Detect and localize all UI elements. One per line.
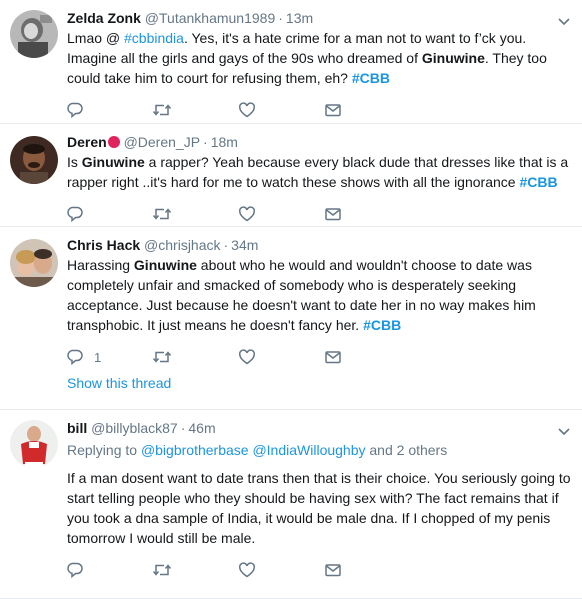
separator-dot: · [180,420,186,436]
hashtag-link[interactable]: #CBB [519,174,557,190]
reply-button[interactable]: 1 [66,348,152,366]
retweet-button[interactable] [152,348,238,366]
hashtag-link[interactable]: #CBB [363,317,401,333]
retweet-button[interactable] [152,205,238,223]
reply-button[interactable] [66,205,152,223]
red-circle-icon [107,136,120,148]
envelope-icon [324,348,342,366]
tweet-line: could take him to court for refusing the… [67,70,390,86]
reply-icon [66,348,84,366]
dm-button[interactable] [324,561,410,579]
separator-dot: · [223,237,229,253]
display-name[interactable]: Zelda Zonk [67,10,141,26]
tweet-line: tomorrow I would still be male. [67,530,256,546]
show-thread-link[interactable]: Show this thread [67,373,572,402]
like-button[interactable] [238,205,324,223]
avatar[interactable] [10,420,58,468]
reply-icon [66,101,84,119]
tweet-text: Is Ginuwine a rapper? Yeah because every… [67,152,572,192]
retweet-button[interactable] [152,101,238,119]
retweet-icon [152,205,172,223]
chevron-down-icon[interactable] [558,13,570,29]
user-handle[interactable]: @Tutankhamun1989 [145,10,275,26]
hashtag-link[interactable]: #cbbindia [124,30,184,46]
heart-icon [238,561,256,579]
tweet-line: Imagine all the girls and gays of the 90… [67,50,547,66]
like-button[interactable] [238,561,324,579]
timestamp[interactable]: 18m [211,134,238,150]
hashtag-link[interactable]: #CBB [352,70,390,86]
tweet-line: Harassing Ginuwine about who he would an… [67,257,532,273]
dm-button[interactable] [324,348,410,366]
reply-icon [66,561,84,579]
tweet[interactable]: Chris Hack @chrisjhack · 34m Harassing Gin… [0,227,582,410]
reply-others-link[interactable]: and 2 others [366,442,447,458]
highlight-term: Ginuwine [133,257,197,273]
tweet-line: Lmao @ #cbbindia. Yes, it's a hate crime… [67,30,527,46]
chevron-down-icon[interactable] [558,423,570,439]
separator-dot: · [278,10,283,26]
avatar[interactable] [10,10,58,58]
dm-button[interactable] [324,205,410,223]
tweet-line: acceptance. Just because he doesn't want… [67,297,536,313]
reply-button[interactable] [66,101,152,119]
tweet-header: Deren @Deren_JP · 18m [67,132,572,152]
display-name[interactable]: Deren [67,134,107,150]
reply-icon [66,205,84,223]
reply-user-link[interactable]: @bigbrotherbase [141,442,249,458]
user-handle[interactable]: @billyblack87 [91,420,178,436]
tweet-line: completely unfair and smacked of somebod… [67,277,517,293]
tweet-line: If a man dosent want to date trans then … [67,470,571,486]
timestamp[interactable]: 46m [188,420,215,436]
heart-icon [238,348,256,366]
tweet-actions [66,548,572,592]
tweet-line: rapper right ..it's hard for me to watch… [67,174,558,190]
avatar[interactable] [10,239,58,287]
tweet-line: Is Ginuwine a rapper? Yeah because every… [67,154,569,170]
envelope-icon [324,101,342,119]
tweet-header: bill @billyblack87 · 46m [67,418,572,438]
tweet-text: Lmao @ #cbbindia. Yes, it's a hate crime… [67,28,572,88]
replying-to: Replying to @bigbrotherbase @IndiaWillou… [67,442,448,458]
reply-user-link[interactable]: @IndiaWilloughby [252,442,365,458]
timestamp[interactable]: 13m [286,10,313,26]
dm-button[interactable] [324,101,410,119]
highlight-term: Ginuwine [81,154,145,170]
display-name[interactable]: Chris Hack [67,237,140,253]
tweet-line: you took a dna sample of India, it would… [67,510,551,526]
heart-icon [238,101,256,119]
retweet-icon [152,561,172,579]
retweet-icon [152,101,172,119]
separator-dot: · [203,134,208,150]
heart-icon [238,205,256,223]
tweet[interactable]: bill @billyblack87 · 46m Replying to @bigb… [0,410,582,599]
tweet-line: start telling people who they should be … [67,490,559,506]
tweet[interactable]: Deren @Deren_JP · 18m Is Ginuwine a rapper… [0,124,582,227]
timestamp[interactable]: 34m [231,237,258,253]
reply-button[interactable] [66,561,152,579]
user-handle[interactable]: @Deren_JP [124,134,200,150]
retweet-button[interactable] [152,561,238,579]
display-name[interactable]: bill [67,420,87,436]
retweet-icon [152,348,172,366]
envelope-icon [324,205,342,223]
reply-count: 1 [94,349,102,365]
tweet-header: Zelda Zonk @Tutankhamun1989 · 13m [67,8,572,28]
like-button[interactable] [238,348,324,366]
envelope-icon [324,561,342,579]
timeline: Zelda Zonk @Tutankhamun1989 · 13m Lmao @ #… [0,0,582,599]
tweet-line: transphobic. It just means he doesn't fa… [67,317,402,333]
tweet[interactable]: Zelda Zonk @Tutankhamun1989 · 13m Lmao @ #… [0,0,582,124]
tweet-text: If a man dosent want to date trans then … [67,468,572,548]
like-button[interactable] [238,101,324,119]
highlight-term: Ginuwine [421,50,485,66]
avatar[interactable] [10,136,58,184]
tweet-header: Chris Hack @chrisjhack · 34m [67,235,572,255]
user-handle[interactable]: @chrisjhack [144,237,220,253]
tweet-text: Harassing Ginuwine about who he would an… [67,255,572,335]
